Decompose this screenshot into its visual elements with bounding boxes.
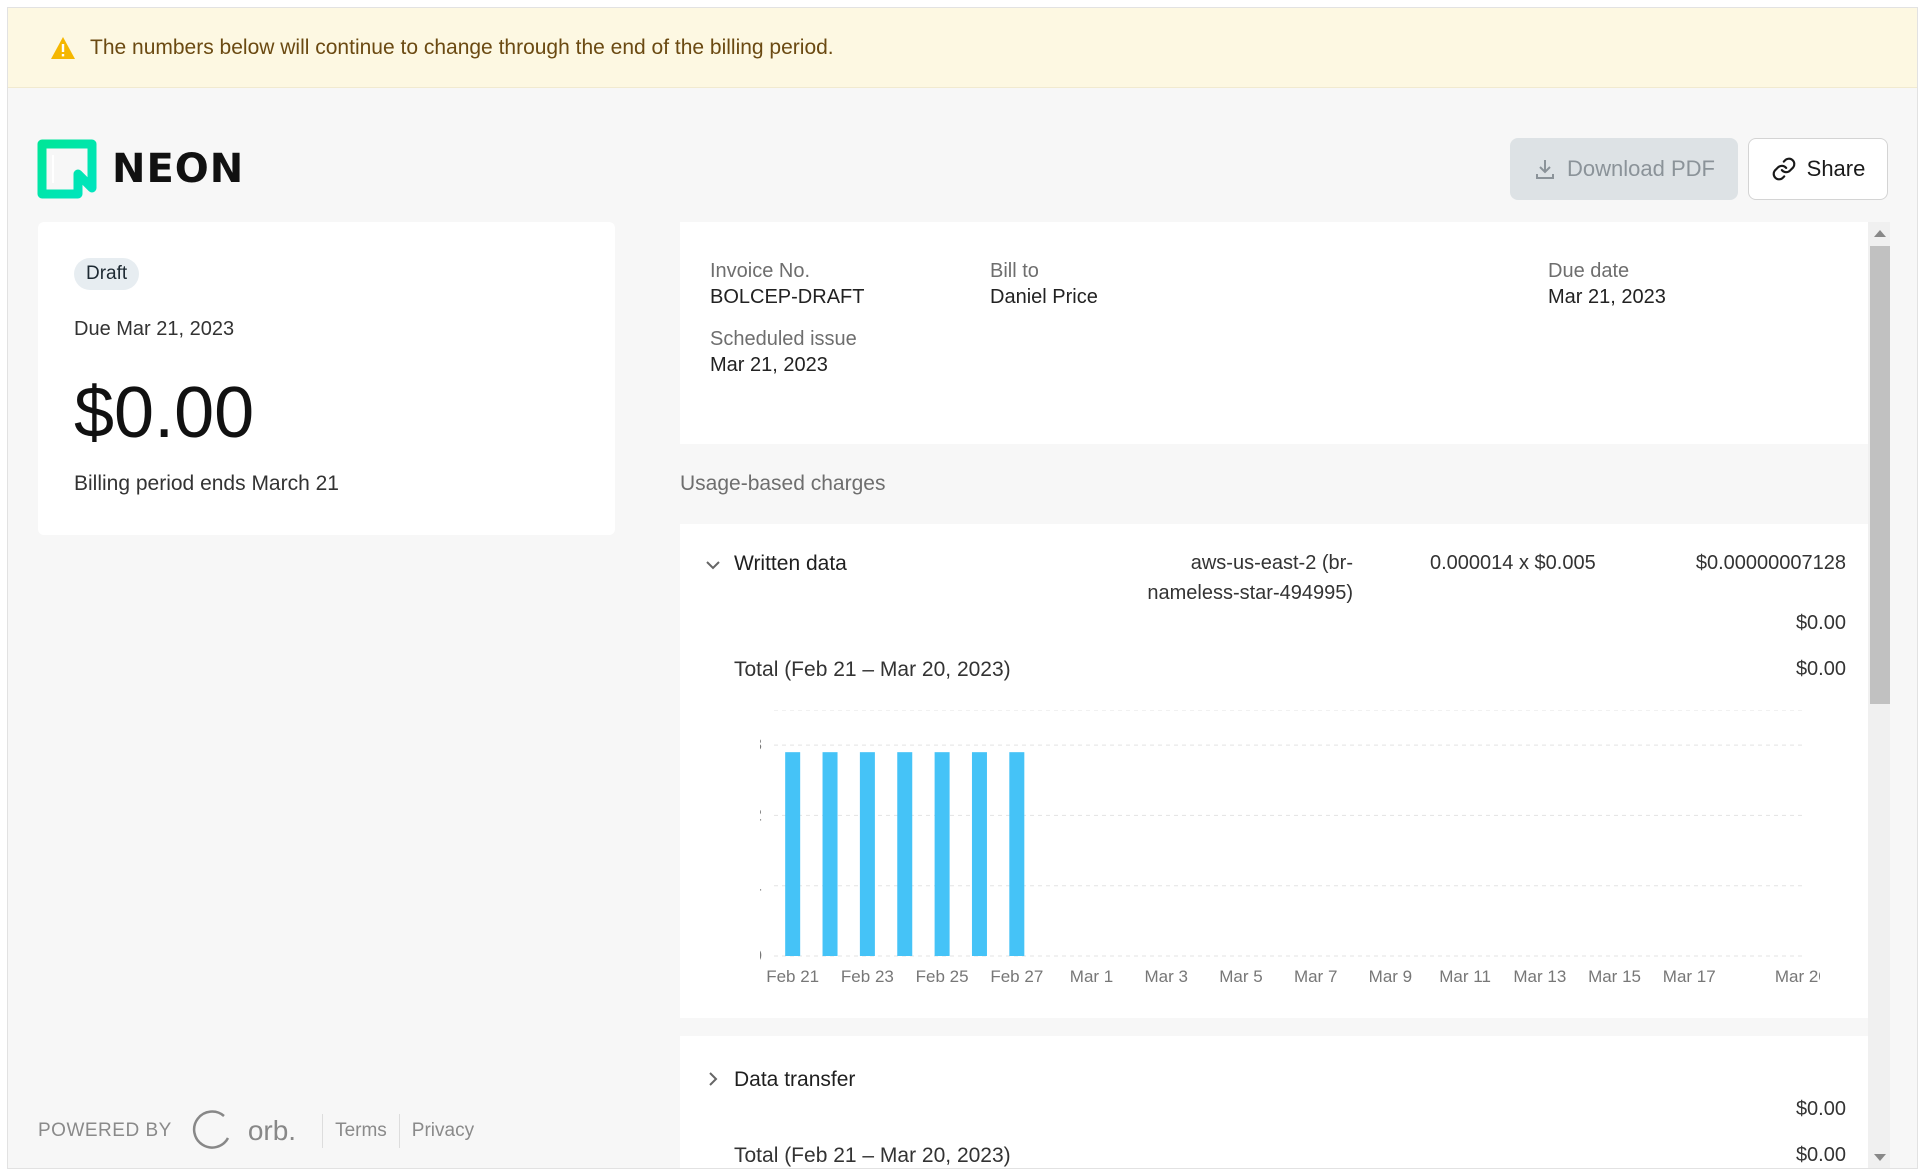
written-data-total-label: Total (Feb 21 – Mar 20, 2023) — [734, 658, 1011, 681]
x-tick-label: Mar 3 — [1145, 967, 1188, 986]
chart-bar[interactable] — [785, 752, 801, 956]
footer: POWERED BY orb. Terms Privacy — [38, 1108, 474, 1154]
chart-bar[interactable] — [822, 752, 838, 956]
x-tick-label: Mar 5 — [1219, 967, 1262, 986]
x-tick-label: Mar 11 — [1439, 967, 1491, 986]
written-data-region-2: nameless-star-494995) — [1147, 582, 1353, 604]
x-tick-label: Mar 7 — [1294, 967, 1337, 986]
invoice-window: The numbers below will continue to chang… — [7, 7, 1918, 1169]
written-data-total: $0.00 — [1795, 658, 1846, 680]
written-data-region-1: aws-us-east-2 (br- — [1190, 552, 1353, 574]
chevron-down-icon[interactable] — [704, 556, 722, 574]
chart-bar[interactable] — [971, 752, 987, 956]
invoice-detail-panel[interactable]: Invoice No. BOLCEP-DRAFT Scheduled issue… — [680, 222, 1868, 1168]
invoice-number: BOLCEP-DRAFT — [710, 286, 865, 308]
billing-period-text: Billing period ends March 21 — [74, 472, 339, 495]
share-button[interactable]: Share — [1748, 138, 1888, 200]
scrollbar[interactable] — [1868, 222, 1890, 1168]
scroll-down-arrow-icon[interactable] — [1874, 1154, 1886, 1161]
download-pdf-label: Download PDF — [1567, 156, 1715, 181]
usage-section-title: Usage-based charges — [680, 472, 886, 495]
share-label: Share — [1806, 156, 1866, 181]
scheduled-issue-label: Scheduled issue — [710, 328, 857, 350]
x-tick-label: Mar 1 — [1070, 967, 1113, 986]
scroll-up-arrow-icon[interactable] — [1874, 230, 1886, 237]
invoice-number-label: Invoice No. — [710, 260, 811, 282]
billing-warning-banner: The numbers below will continue to chang… — [8, 8, 1917, 88]
x-tick-label: Feb 23 — [841, 967, 894, 986]
neon-logo: NEON — [36, 138, 244, 200]
footer-divider — [322, 1114, 324, 1148]
y-tick-label: 0.03 — [760, 735, 762, 754]
x-tick-label: Mar 9 — [1369, 967, 1412, 986]
written-data-name[interactable]: Written data — [734, 552, 847, 576]
download-icon — [1533, 157, 1557, 181]
orb-logo-icon — [188, 1108, 234, 1154]
written-data-chart: 0 0.01 0.02 0.03 Feb 21 Feb 23 Feb 25 Feb 27 Mar… — [760, 710, 1820, 986]
written-data-line-amount: $0.00000007128 — [1695, 552, 1846, 574]
chart-bar[interactable] — [934, 752, 950, 956]
data-transfer-name[interactable]: Data transfer — [734, 1068, 855, 1092]
y-tick-label: 0 — [760, 946, 762, 965]
y-tick-label: 0.01 — [760, 876, 762, 895]
neon-wordmark: NEON — [112, 146, 245, 192]
orb-wordmark: orb. — [247, 1115, 297, 1146]
chart-bar[interactable] — [897, 752, 913, 956]
scrollbar-thumb[interactable] — [1870, 246, 1890, 704]
neon-logo-mark-icon — [36, 138, 98, 200]
data-transfer-subtotal: $0.00 — [1795, 1098, 1846, 1120]
status-badge: Draft — [74, 258, 140, 290]
privacy-link[interactable]: Privacy — [412, 1120, 474, 1142]
summary-due-date: Due Mar 21, 2023 — [74, 318, 235, 340]
due-date: Mar 21, 2023 — [1548, 286, 1666, 308]
terms-link[interactable]: Terms — [335, 1120, 387, 1142]
x-tick-label: Feb 25 — [916, 967, 969, 986]
data-transfer-card: Data transfer $0.00 Total (Feb 21 – Mar … — [680, 1036, 1868, 1168]
link-icon — [1771, 156, 1797, 182]
x-tick-label: Mar 13 — [1513, 967, 1566, 986]
scheduled-issue-date: Mar 21, 2023 — [710, 354, 828, 376]
data-transfer-total: $0.00 — [1795, 1144, 1846, 1166]
due-date-label: Due date — [1548, 260, 1630, 282]
x-tick-label: Mar 15 — [1588, 967, 1641, 986]
powered-by-label: POWERED BY — [38, 1120, 172, 1141]
bill-to-label: Bill to — [990, 260, 1039, 282]
data-transfer-total-label: Total (Feb 21 – Mar 20, 2023) — [734, 1144, 1011, 1167]
invoice-summary-card: Draft Due Mar 21, 2023 $0.00 Billing per… — [38, 222, 615, 535]
x-tick-label: Mar 17 — [1663, 967, 1716, 986]
written-data-card: Written data aws-us-east-2 (br- nameless… — [680, 524, 1868, 1018]
chart-bar[interactable] — [1009, 752, 1025, 956]
written-data-quantity: 0.000014 x $0.005 — [1430, 552, 1596, 574]
warning-icon — [50, 36, 76, 60]
chevron-right-icon[interactable] — [704, 1070, 722, 1088]
banner-text: The numbers below will continue to chang… — [90, 35, 834, 59]
invoice-info-card: Invoice No. BOLCEP-DRAFT Scheduled issue… — [680, 222, 1868, 444]
x-tick-label: Feb 21 — [766, 967, 819, 986]
x-tick-label: Mar 20 — [1775, 967, 1820, 986]
written-data-subtotal: $0.00 — [1795, 612, 1846, 634]
y-tick-label: 0.02 — [760, 805, 762, 824]
chart-bar[interactable] — [859, 752, 875, 956]
footer-divider — [398, 1114, 400, 1148]
download-pdf-button[interactable]: Download PDF — [1510, 138, 1738, 200]
bill-to-name: Daniel Price — [990, 286, 1098, 308]
summary-amount: $0.00 — [74, 373, 255, 453]
x-tick-label: Feb 27 — [990, 967, 1043, 986]
